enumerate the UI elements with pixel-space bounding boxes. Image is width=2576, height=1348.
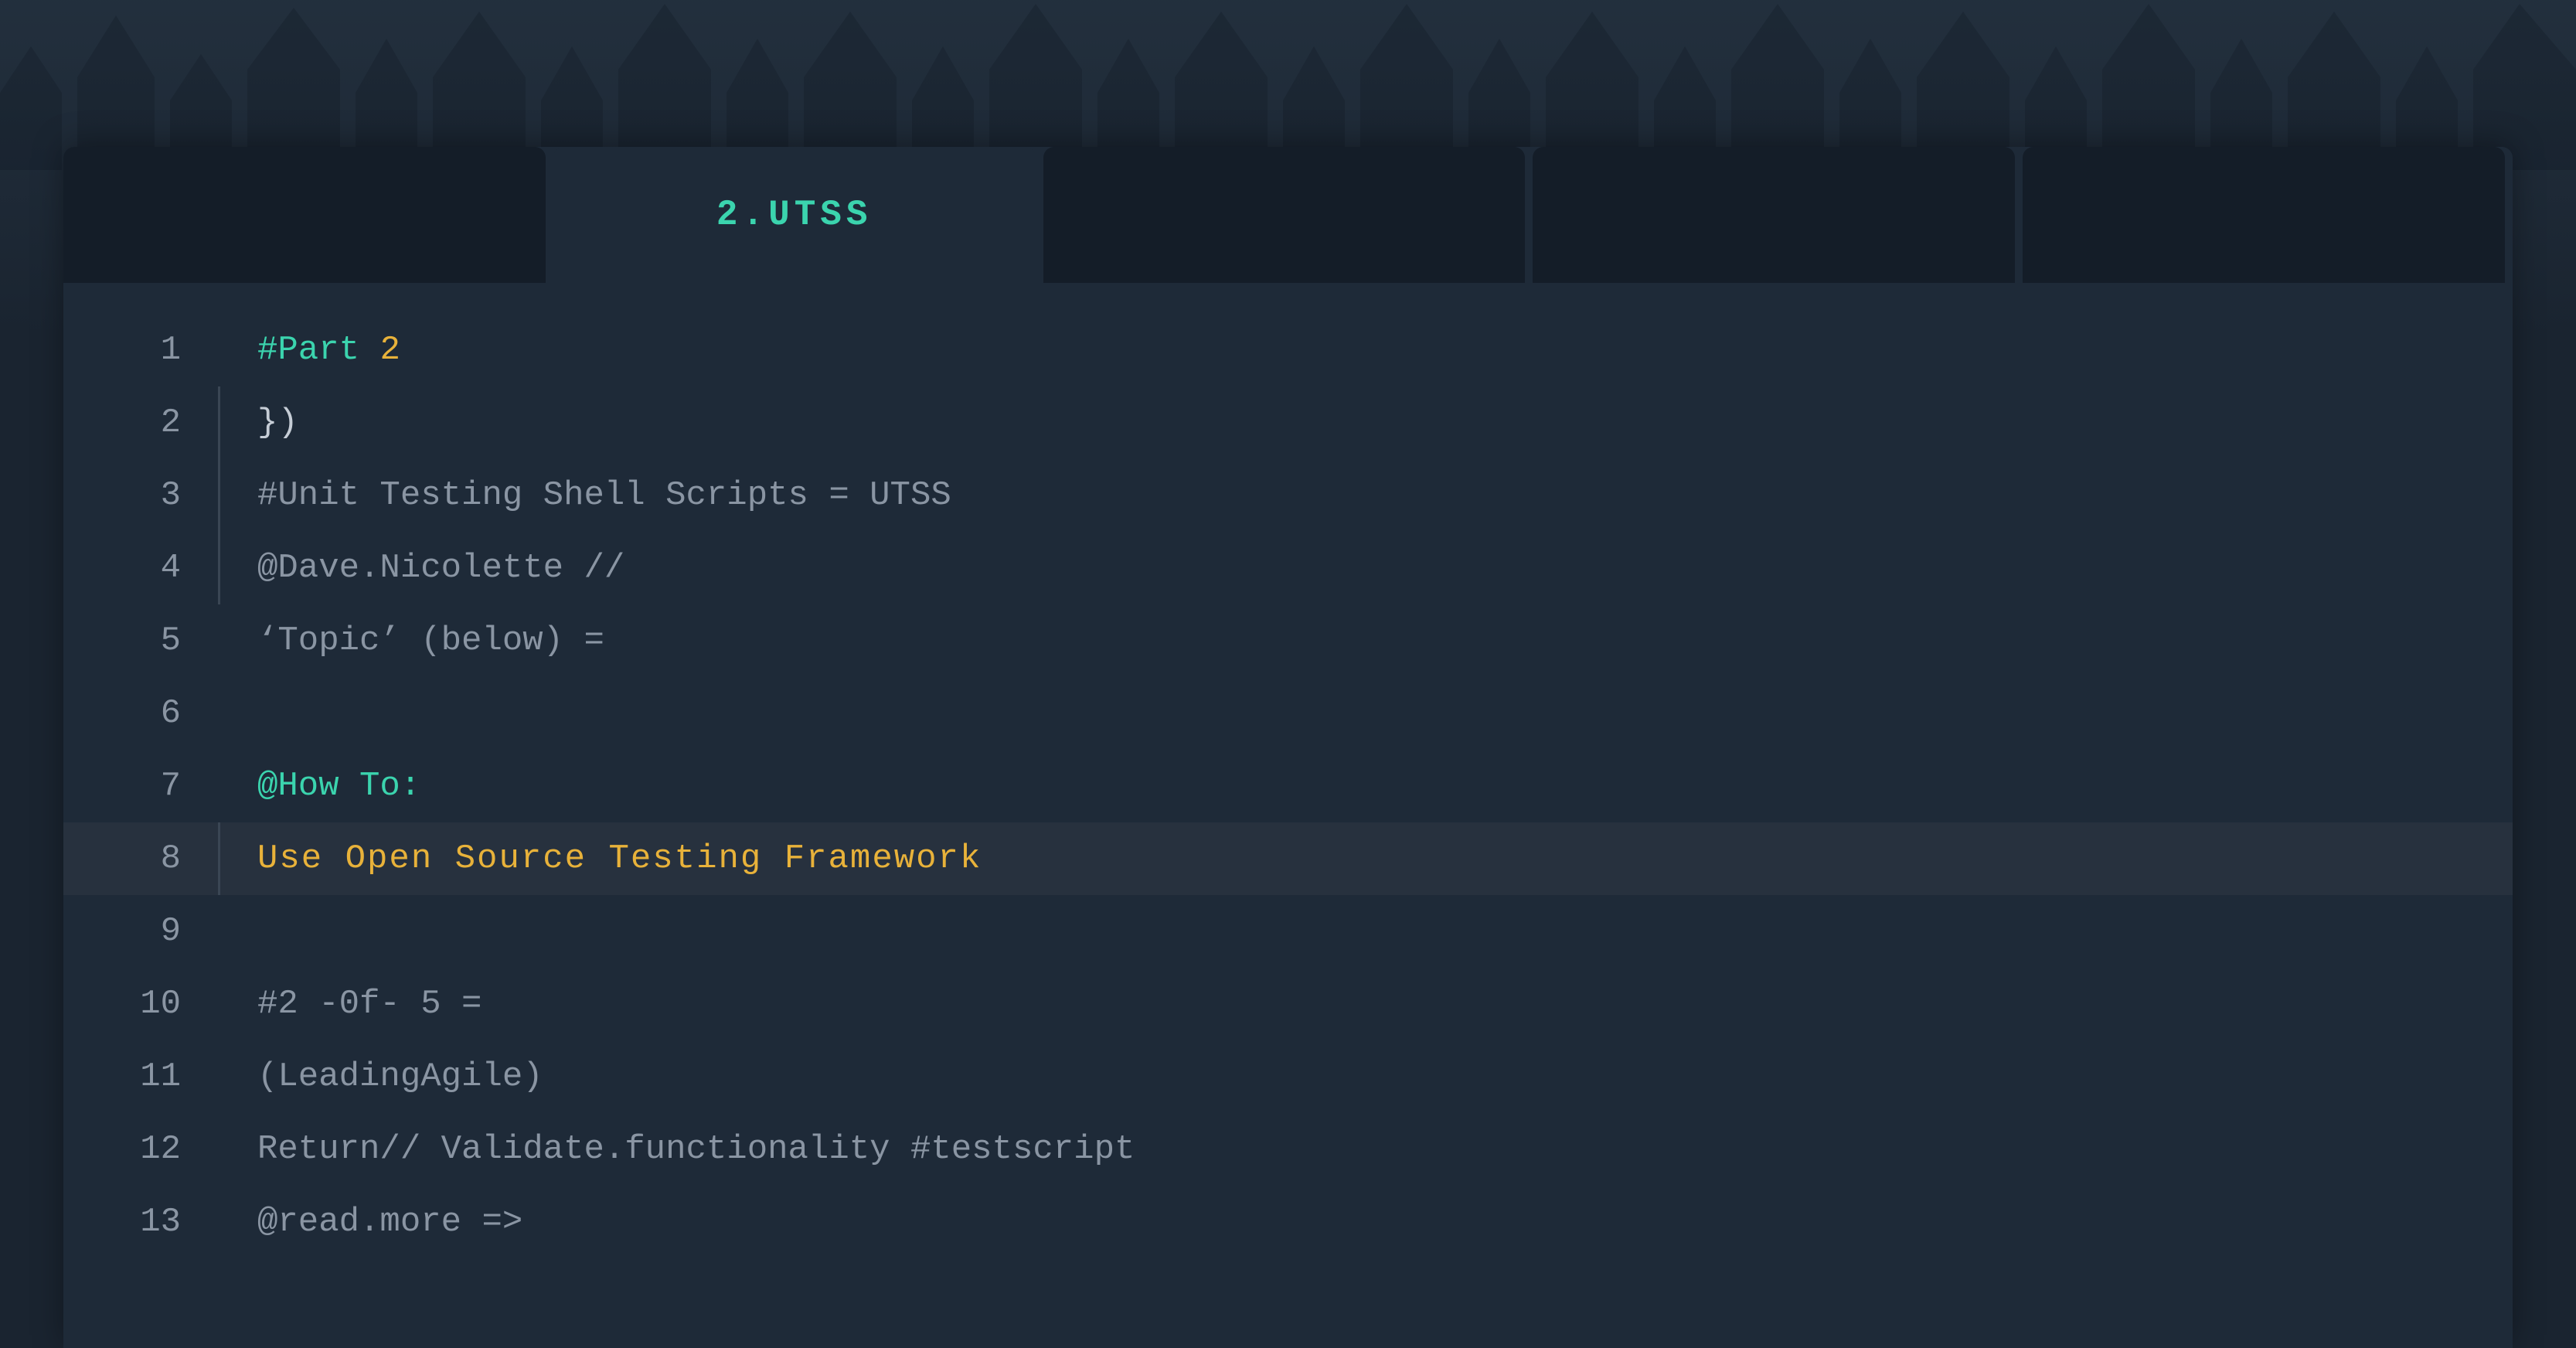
token: #Part bbox=[257, 331, 379, 369]
tab-empty-2[interactable] bbox=[1043, 147, 1526, 283]
line-number: 2 bbox=[63, 403, 218, 442]
line-content: Return// Validate.functionality #testscr… bbox=[257, 1130, 1135, 1169]
line-content: (LeadingAgile) bbox=[257, 1057, 543, 1096]
token: #Unit Testing Shell Scripts = UTSS bbox=[257, 476, 951, 515]
tab-empty-4[interactable] bbox=[2023, 147, 2505, 283]
code-line[interactable]: 7 @How To: bbox=[63, 750, 2513, 822]
indent-guide bbox=[218, 677, 220, 750]
line-content: #2 -0f- 5 = bbox=[257, 985, 482, 1023]
code-line[interactable]: 5 ‘Topic’ (below) = bbox=[63, 604, 2513, 677]
indent-guide bbox=[218, 895, 220, 968]
code-line[interactable]: 9 bbox=[63, 895, 2513, 968]
indent-guide bbox=[218, 750, 220, 822]
code-line[interactable]: 13 @read.more => bbox=[63, 1186, 2513, 1258]
tab-label: 2.UTSS bbox=[716, 195, 873, 235]
token: 2 bbox=[379, 331, 400, 369]
indent-guide bbox=[218, 822, 220, 895]
editor-panel: 2.UTSS 1#Part 22})3#Unit Testing Shell S… bbox=[63, 147, 2513, 1348]
line-number: 13 bbox=[63, 1203, 218, 1241]
code-area[interactable]: 1#Part 22})3#Unit Testing Shell Scripts … bbox=[63, 283, 2513, 1348]
line-content: }) bbox=[257, 403, 298, 442]
code-line[interactable]: 3 #Unit Testing Shell Scripts = UTSS bbox=[63, 459, 2513, 532]
indent-guide bbox=[218, 1186, 220, 1258]
tab-empty-3[interactable] bbox=[1533, 147, 2015, 283]
tab-bar: 2.UTSS bbox=[63, 147, 2513, 283]
line-number: 6 bbox=[63, 694, 218, 733]
code-line[interactable]: 1 #Part 2 bbox=[63, 314, 2513, 386]
token: @Dave.Nicolette // bbox=[257, 549, 624, 587]
line-content: #Unit Testing Shell Scripts = UTSS bbox=[257, 476, 951, 515]
line-content: ‘Topic’ (below) = bbox=[257, 621, 604, 660]
code-line[interactable]: 11 (LeadingAgile) bbox=[63, 1040, 2513, 1113]
indent-guide bbox=[218, 386, 220, 459]
token: ‘Topic’ (below) = bbox=[257, 621, 604, 660]
line-content: @Dave.Nicolette // bbox=[257, 549, 624, 587]
line-content: @How To: bbox=[257, 767, 420, 805]
line-content: @read.more => bbox=[257, 1203, 522, 1241]
line-number: 4 bbox=[63, 549, 218, 587]
token: Use Open Source Testing Framework bbox=[257, 839, 982, 878]
indent-guide bbox=[218, 968, 220, 1040]
line-number: 5 bbox=[63, 621, 218, 660]
line-number: 9 bbox=[63, 912, 218, 951]
indent-guide bbox=[218, 1040, 220, 1113]
line-number: 3 bbox=[63, 476, 218, 515]
line-number: 1 bbox=[63, 331, 218, 369]
indent-guide bbox=[218, 459, 220, 532]
token: @read.more => bbox=[257, 1203, 522, 1241]
line-number: 8 bbox=[63, 839, 218, 878]
token: #2 -0f- 5 = bbox=[257, 985, 482, 1023]
line-number: 11 bbox=[63, 1057, 218, 1096]
line-number: 7 bbox=[63, 767, 218, 805]
indent-guide bbox=[218, 604, 220, 677]
token: }) bbox=[257, 403, 298, 442]
token: (LeadingAgile) bbox=[257, 1057, 543, 1096]
code-line[interactable]: 10 #2 -0f- 5 = bbox=[63, 968, 2513, 1040]
line-content: Use Open Source Testing Framework bbox=[257, 839, 982, 878]
line-content: #Part 2 bbox=[257, 331, 400, 369]
line-number: 10 bbox=[63, 985, 218, 1023]
code-line[interactable]: 8 Use Open Source Testing Framework bbox=[63, 822, 2513, 895]
tab-2-utss[interactable]: 2.UTSS bbox=[553, 147, 1036, 283]
tab-empty-0[interactable] bbox=[63, 147, 546, 283]
indent-guide bbox=[218, 1113, 220, 1186]
forest-silhouette bbox=[0, 0, 2576, 170]
code-line[interactable]: 12 Return// Validate.functionality #tests… bbox=[63, 1113, 2513, 1186]
indent-guide bbox=[218, 314, 220, 386]
line-number: 12 bbox=[63, 1130, 218, 1169]
code-line[interactable]: 4 @Dave.Nicolette // bbox=[63, 532, 2513, 604]
code-line[interactable]: 2}) bbox=[63, 386, 2513, 459]
indent-guide bbox=[218, 532, 220, 604]
token: @How To: bbox=[257, 767, 420, 805]
code-line[interactable]: 6 bbox=[63, 677, 2513, 750]
token: Return// Validate.functionality #testscr… bbox=[257, 1130, 1135, 1169]
